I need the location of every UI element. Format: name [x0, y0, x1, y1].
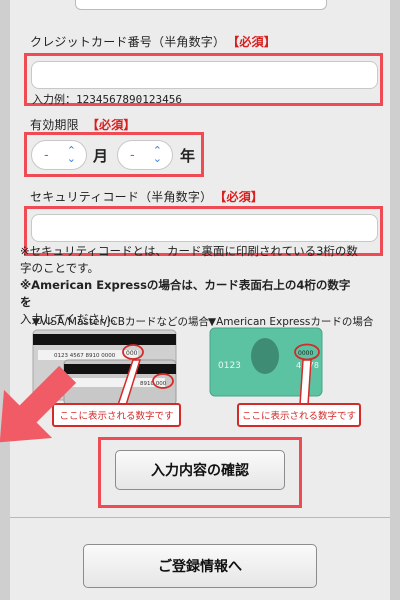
arrow-icon: [0, 365, 77, 443]
divider: [10, 517, 390, 518]
confirm-button[interactable]: 入力内容の確認: [115, 450, 285, 490]
register-info-button[interactable]: ご登録情報へ: [83, 544, 317, 588]
